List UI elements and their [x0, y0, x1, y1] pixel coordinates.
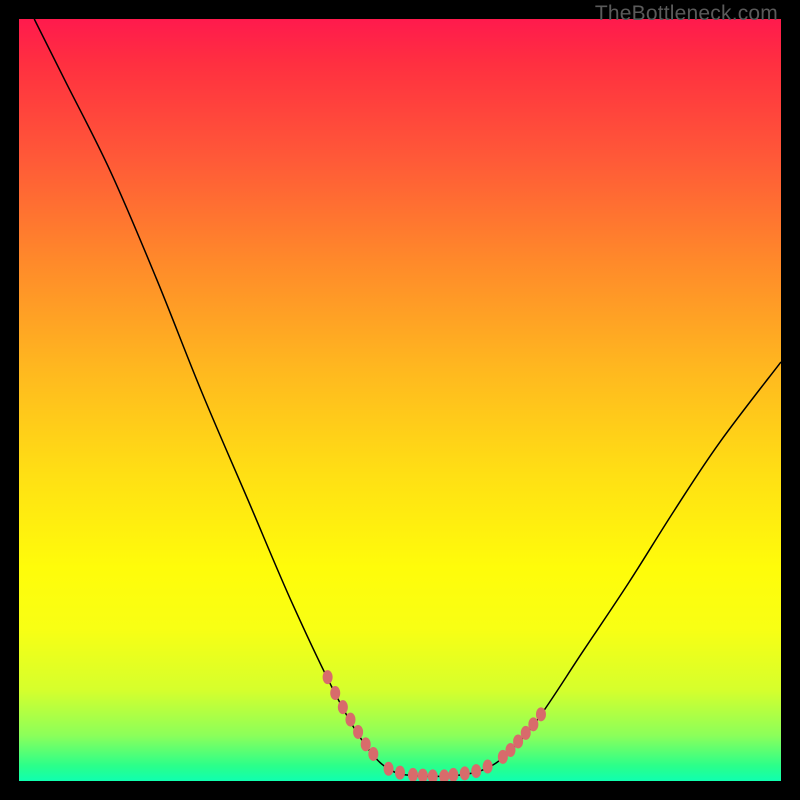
chart-markers	[323, 670, 546, 781]
chart-data-marker	[395, 766, 405, 780]
chart-data-marker	[330, 686, 340, 700]
chart-data-marker	[338, 700, 348, 714]
chart-data-marker	[345, 713, 355, 727]
chart-plot-area	[19, 19, 781, 781]
chart-data-marker	[460, 766, 470, 780]
watermark-text: TheBottleneck.com	[595, 2, 778, 26]
chart-data-marker	[483, 760, 493, 774]
chart-curve-line	[34, 19, 781, 777]
chart-data-marker	[528, 717, 538, 731]
chart-data-marker	[384, 762, 394, 776]
chart-data-marker	[439, 769, 449, 781]
chart-data-marker	[418, 769, 428, 781]
chart-data-marker	[353, 725, 363, 739]
chart-data-marker	[428, 769, 438, 781]
chart-svg	[19, 19, 781, 781]
chart-data-marker	[361, 737, 371, 751]
chart-data-marker	[448, 768, 458, 781]
chart-data-marker	[471, 764, 481, 778]
chart-data-marker	[323, 670, 333, 684]
chart-data-marker	[408, 768, 418, 781]
chart-data-marker	[536, 707, 546, 721]
chart-data-marker	[368, 747, 378, 761]
